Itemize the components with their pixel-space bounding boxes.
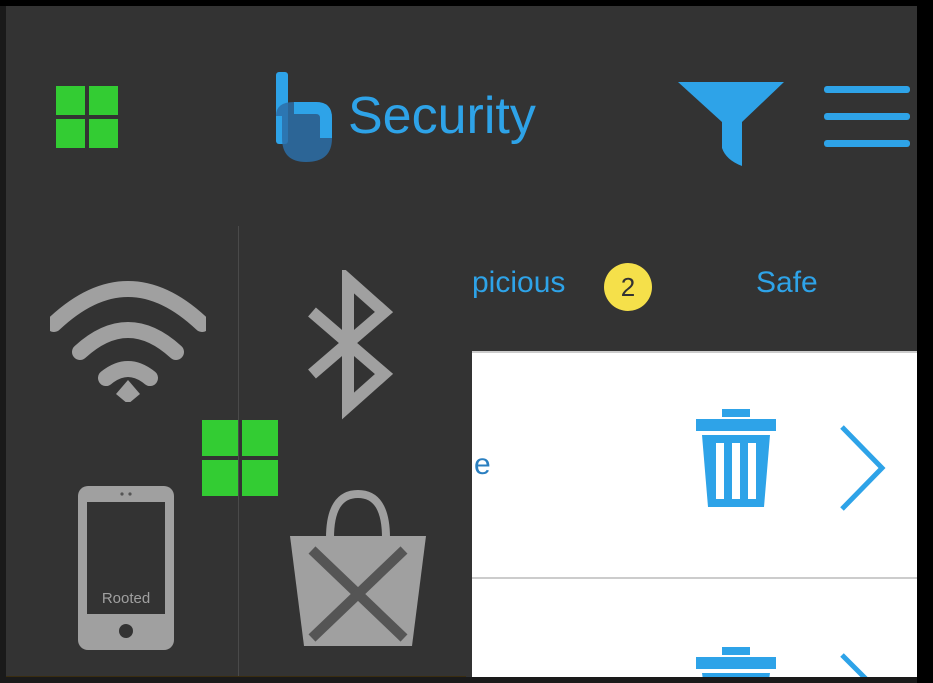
windows-icon[interactable] (56, 86, 118, 148)
windows-icon[interactable] (202, 420, 278, 496)
chevron-right-icon[interactable] (838, 653, 886, 677)
tab-suspicious[interactable]: picious (472, 266, 565, 300)
hamburger-menu-icon[interactable] (824, 86, 910, 148)
status-overlay-panel: Rooted (6, 226, 472, 677)
trash-icon[interactable] (696, 409, 776, 507)
filter-funnel-icon[interactable] (678, 82, 784, 166)
app-title: Security (348, 87, 536, 145)
list-item-name: e (474, 448, 491, 481)
app-list: e (466, 351, 918, 677)
bu-logo-icon (276, 72, 338, 168)
chevron-right-icon[interactable] (838, 425, 886, 511)
app-window: Security picious 2 Safe e Rooted (6, 6, 918, 677)
window-right-border (917, 0, 933, 683)
rooted-label: Rooted (101, 590, 151, 607)
list-item[interactable] (466, 579, 918, 677)
tab-safe[interactable]: Safe (756, 266, 818, 300)
trash-icon[interactable] (696, 647, 776, 677)
app-header: Security (6, 6, 918, 226)
blocked-store-bag-icon[interactable] (288, 488, 428, 648)
list-item[interactable]: e (466, 353, 918, 577)
rooted-phone-icon[interactable]: Rooted (78, 486, 174, 650)
wifi-icon[interactable] (50, 280, 206, 402)
bluetooth-icon[interactable] (302, 270, 402, 420)
suspicious-count-badge: 2 (604, 263, 652, 311)
partial-thumbnail (6, 676, 466, 677)
